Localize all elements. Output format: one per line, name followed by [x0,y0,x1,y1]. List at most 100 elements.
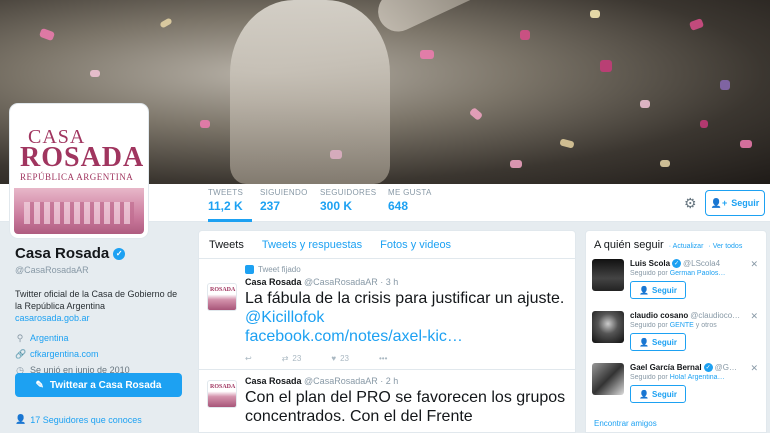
suggestion-follow-button[interactable]: 👤 Seguir [630,385,686,403]
banner-statue-arm [371,0,489,39]
stat-following[interactable]: SIGUIENDO 237 [260,188,308,213]
followed-by-link[interactable]: GENTE [670,322,694,329]
avatar-logo-rosada: ROSADA [20,142,145,173]
tweet-body: La fábula de la crisis para justificar u… [245,290,565,307]
avatar-building-image [14,188,144,234]
followers-you-know-link[interactable]: 👤 17 Seguidores que conoces [15,414,142,425]
suggestion-name[interactable]: Gael García Bernal ✓ @G… [630,363,750,372]
suggestion-follow-button[interactable]: 👤 Seguir [630,333,686,351]
who-to-follow-header: A quién seguir · Actualizar · Ver todos [586,231,766,257]
suggestion-item: ✕ claudio cosano @claudioco… Seguido por… [586,309,766,361]
stat-value: 11,2 K [208,199,243,213]
suggestion-handle: @LScola4 [683,259,721,268]
suggestion-item: ✕ Luis Scola ✓ @LScola4 Seguido por Germ… [586,257,766,309]
profile-website-link[interactable]: casarosada.gob.ar [15,313,185,323]
banner-statue [230,0,390,184]
verified-icon: ✓ [113,247,126,260]
tweet-author-name[interactable]: Casa Rosada [245,277,302,287]
tab-tweets-replies[interactable]: Tweets y respuestas [262,239,362,251]
tweet-mention-link[interactable]: @Kicillofok [245,309,324,326]
tweet-text: Con el plan del PRO se favorecen los gru… [245,389,566,425]
tab-tweets[interactable]: Tweets [209,239,244,251]
tweet-avatar-logo: ROSADA [210,384,236,390]
stat-value: 237 [260,199,281,213]
tweet-time[interactable]: · 3 h [380,277,398,287]
tweet-item[interactable]: ROSADA Casa Rosada @CasaRosadaAR · 2 h C… [199,370,575,432]
location-pin-icon: ⚲ [16,333,24,343]
followed-by-prefix: Seguido por [630,322,670,329]
followed-by-link[interactable]: German Paolos… [670,270,726,277]
close-icon[interactable]: ✕ [750,311,758,322]
stat-likes[interactable]: ME GUSTA 648 [388,188,432,213]
user-icon: 👤 [15,414,27,424]
profile-name[interactable]: Casa Rosada ✓ [15,245,185,262]
tweet-author-name[interactable]: Casa Rosada [245,376,302,386]
refresh-link[interactable]: · Actualizar [669,243,704,250]
pinned-indicator: Tweet fijado [245,265,567,274]
tweet-author-handle: @CasaRosadaAR [304,376,378,386]
profile-card: Casa Rosada ✓ @CasaRosadaAR Twitter ofic… [15,245,185,376]
profile-avatar[interactable]: CASA ROSADA REPÚBLICA ARGENTINA [10,104,148,238]
suggestion-follow-button[interactable]: 👤 Seguir [630,281,686,299]
profile-name-text: Casa Rosada [15,245,110,262]
stat-label: ME GUSTA [388,188,432,197]
find-friends-link[interactable]: Encontrar amigos [594,419,657,428]
tweet-to-button[interactable]: ✎ Twittear a Casa Rosada [15,373,182,397]
more-icon[interactable]: ••• [379,354,387,363]
profile-url-link[interactable]: cfkargentina.com [30,348,99,360]
close-icon[interactable]: ✕ [750,363,758,374]
compose-icon: ✎ [35,379,44,391]
suggestion-avatar[interactable] [592,311,624,343]
suggestion-name-text: claudio cosano [630,311,689,320]
stat-followers[interactable]: SEGUIDORES 300 K [320,188,376,213]
followed-by-prefix: Seguido por [630,374,670,381]
stat-tweets[interactable]: TWEETS 11,2 K [208,188,252,222]
location-link[interactable]: Argentina [30,332,69,344]
stat-value: 648 [388,199,409,213]
pinned-label: Tweet fijado [258,265,301,274]
suggestion-follow-label: Seguir [652,337,677,347]
link-icon: 🔗 [15,349,27,359]
followed-by-link[interactable]: Hola! Argentina… [670,374,725,381]
add-user-icon: 👤 [639,285,650,295]
suggestion-avatar[interactable] [592,363,624,395]
reply-icon[interactable]: ↩ [245,354,252,363]
add-user-icon: 👤+ [710,197,728,208]
tweet-header: Casa Rosada @CasaRosadaAR · 2 h [245,376,567,386]
verified-icon: ✓ [703,363,713,372]
stat-label: TWEETS [208,188,244,197]
suggestion-handle: @claudioco… [690,311,741,320]
tweet-to-label: Twittear a Casa Rosada [49,379,162,391]
view-all-link[interactable]: · Ver todos [708,243,742,250]
avatar-logo-republica: REPÚBLICA ARGENTINA [20,172,134,182]
tweet-text: La fábula de la crisis para justificar u… [245,289,567,346]
suggestion-name[interactable]: claudio cosano @claudioco… [630,311,750,320]
retweet-button[interactable]: ⇄ 23 [282,354,302,363]
suggestion-context: Seguido por Hola! Argentina… [630,374,750,381]
followed-by-prefix: Seguido por [630,270,670,277]
suggestion-name-text: Luis Scola [630,259,671,268]
timeline-tabs: Tweets Tweets y respuestas Fotos y video… [199,231,575,259]
tweet-item[interactable]: Tweet fijado ROSADA Casa Rosada @CasaRos… [199,259,575,370]
follow-button[interactable]: 👤+ Seguir [705,190,765,216]
tweet-url-link[interactable]: facebook.com/notes/axel-kic… [245,328,463,345]
add-user-icon: 👤 [639,389,650,399]
profile-url: 🔗 cfkargentina.com [15,348,185,360]
followed-by-suffix: y otros [693,322,717,329]
tweet-time[interactable]: · 2 h [380,376,398,386]
like-button[interactable]: ♥ 23 [331,354,349,363]
retweet-count: 23 [292,354,302,363]
followers-you-know-text: 17 Seguidores que conoces [30,414,142,425]
suggestion-name-text: Gael García Bernal [630,363,702,372]
who-to-follow-panel: A quién seguir · Actualizar · Ver todos … [585,230,767,433]
suggestion-avatar[interactable] [592,259,624,291]
tweet-avatar[interactable]: ROSADA [207,380,237,408]
close-icon[interactable]: ✕ [750,259,758,270]
suggestion-name[interactable]: Luis Scola ✓ @LScola4 [630,259,750,268]
profile-handle[interactable]: @CasaRosadaAR [15,265,185,275]
pin-icon [245,265,254,274]
tab-photos-videos[interactable]: Fotos y videos [380,239,451,251]
tweet-avatar[interactable]: ROSADA [207,283,237,311]
gear-icon[interactable]: ⚙ [684,195,697,212]
like-count: 23 [340,354,349,363]
